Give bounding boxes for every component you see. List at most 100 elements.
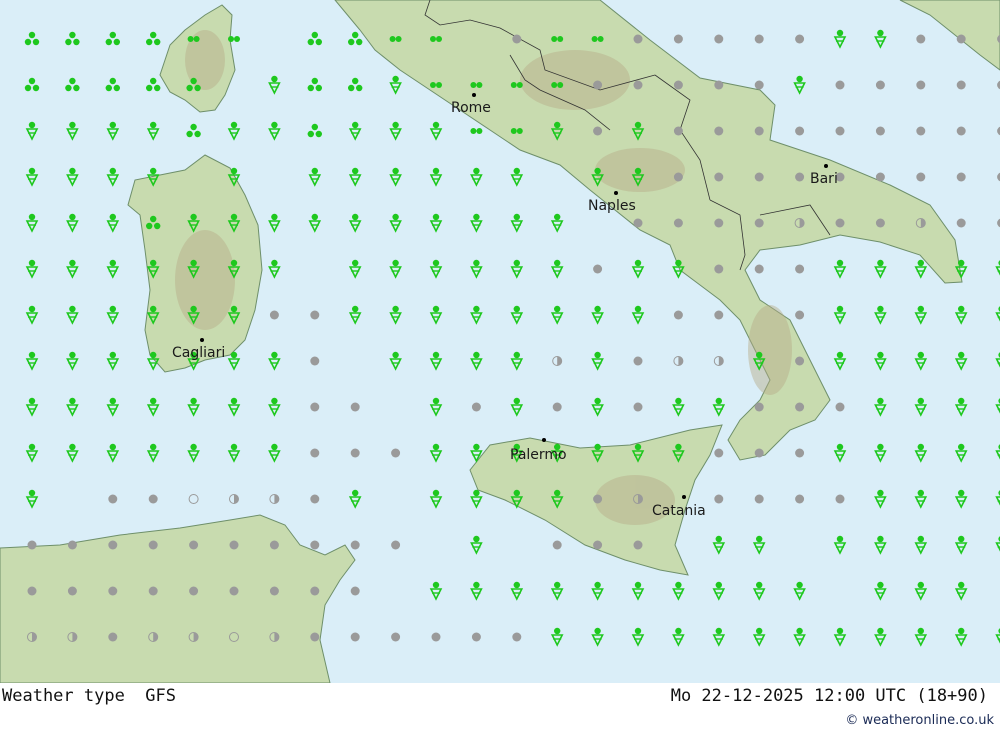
overcast-symbol	[593, 126, 603, 136]
overcast-symbol	[633, 80, 643, 90]
city-label: Catania	[652, 503, 706, 519]
overcast-symbol	[795, 264, 805, 274]
overcast-symbol	[391, 632, 401, 642]
overcast-symbol	[633, 402, 643, 412]
overcast-symbol	[875, 172, 885, 182]
overcast-symbol	[714, 34, 724, 44]
footer: Weather type GFS Mo 22-12-2025 12:00 UTC…	[0, 683, 1000, 733]
overcast-symbol	[875, 126, 885, 136]
overcast-symbol	[673, 126, 683, 136]
weather-map: Rome Naples Bari Cagliari Palermo Catani…	[0, 0, 1000, 683]
overcast-symbol	[673, 34, 683, 44]
overcast-symbol	[956, 126, 966, 136]
overcast-symbol	[673, 80, 683, 90]
overcast-symbol	[148, 540, 158, 550]
overcast-symbol	[835, 80, 845, 90]
overcast-symbol	[67, 586, 77, 596]
overcast-symbol	[310, 540, 320, 550]
city-label: Naples	[588, 198, 636, 214]
overcast-symbol	[229, 586, 239, 596]
overcast-symbol	[350, 402, 360, 412]
overcast-symbol	[714, 80, 724, 90]
overcast-symbol	[875, 218, 885, 228]
overcast-symbol	[754, 126, 764, 136]
overcast-symbol	[633, 34, 643, 44]
overcast-symbol	[108, 632, 118, 642]
overcast-symbol	[754, 34, 764, 44]
overcast-symbol	[593, 80, 603, 90]
overcast-symbol	[633, 540, 643, 550]
overcast-symbol	[795, 356, 805, 366]
overcast-symbol	[714, 218, 724, 228]
overcast-symbol	[593, 264, 603, 274]
overcast-symbol	[552, 402, 562, 412]
overcast-symbol	[512, 34, 522, 44]
city-label: Palermo	[510, 447, 567, 463]
credit-link[interactable]: © weatheronline.co.uk	[845, 713, 994, 728]
overcast-symbol	[916, 126, 926, 136]
overcast-symbol	[916, 34, 926, 44]
overcast-symbol	[310, 586, 320, 596]
overcast-symbol	[310, 448, 320, 458]
map-title: Weather type GFS	[2, 686, 176, 706]
overcast-symbol	[835, 494, 845, 504]
overcast-symbol	[754, 448, 764, 458]
overcast-symbol	[148, 494, 158, 504]
overcast-symbol	[67, 540, 77, 550]
overcast-symbol	[754, 80, 764, 90]
overcast-symbol	[795, 448, 805, 458]
overcast-symbol	[350, 540, 360, 550]
overcast-symbol	[714, 494, 724, 504]
overcast-symbol	[108, 540, 118, 550]
overcast-symbol	[673, 310, 683, 320]
overcast-symbol	[795, 126, 805, 136]
overcast-symbol	[471, 402, 481, 412]
overcast-symbol	[310, 310, 320, 320]
overcast-symbol	[714, 126, 724, 136]
overcast-symbol	[269, 540, 279, 550]
overcast-symbol	[754, 494, 764, 504]
overcast-symbol	[189, 586, 199, 596]
overcast-symbol	[916, 80, 926, 90]
overcast-symbol	[269, 586, 279, 596]
overcast-symbol	[956, 34, 966, 44]
overcast-symbol	[795, 494, 805, 504]
overcast-symbol	[350, 632, 360, 642]
overcast-symbol	[350, 448, 360, 458]
overcast-symbol	[633, 218, 643, 228]
overcast-symbol	[714, 448, 724, 458]
overcast-symbol	[108, 494, 118, 504]
overcast-symbol	[633, 356, 643, 366]
overcast-symbol	[552, 540, 562, 550]
overcast-symbol	[512, 632, 522, 642]
overcast-symbol	[916, 172, 926, 182]
overcast-symbol	[148, 586, 158, 596]
overcast-symbol	[27, 540, 37, 550]
overcast-symbol	[835, 126, 845, 136]
city-label: Rome	[451, 100, 491, 116]
overcast-symbol	[754, 264, 764, 274]
overcast-symbol	[310, 402, 320, 412]
overcast-symbol	[27, 586, 37, 596]
overcast-symbol	[310, 494, 320, 504]
overcast-symbol	[835, 218, 845, 228]
overcast-symbol	[795, 310, 805, 320]
overcast-symbol	[350, 586, 360, 596]
overcast-symbol	[714, 310, 724, 320]
overcast-symbol	[956, 80, 966, 90]
overcast-symbol	[795, 402, 805, 412]
overcast-symbol	[835, 402, 845, 412]
overcast-symbol	[593, 540, 603, 550]
forecast-time: Mo 22-12-2025 12:00 UTC (18+90)	[670, 686, 988, 706]
overcast-symbol	[673, 172, 683, 182]
overcast-symbol	[310, 632, 320, 642]
overcast-symbol	[391, 540, 401, 550]
city-label: Cagliari	[172, 345, 225, 361]
overcast-symbol	[471, 632, 481, 642]
overcast-symbol	[108, 586, 118, 596]
overcast-symbol	[956, 172, 966, 182]
overcast-symbol	[189, 540, 199, 550]
overcast-symbol	[754, 402, 764, 412]
overcast-symbol	[795, 172, 805, 182]
overcast-symbol	[431, 632, 441, 642]
